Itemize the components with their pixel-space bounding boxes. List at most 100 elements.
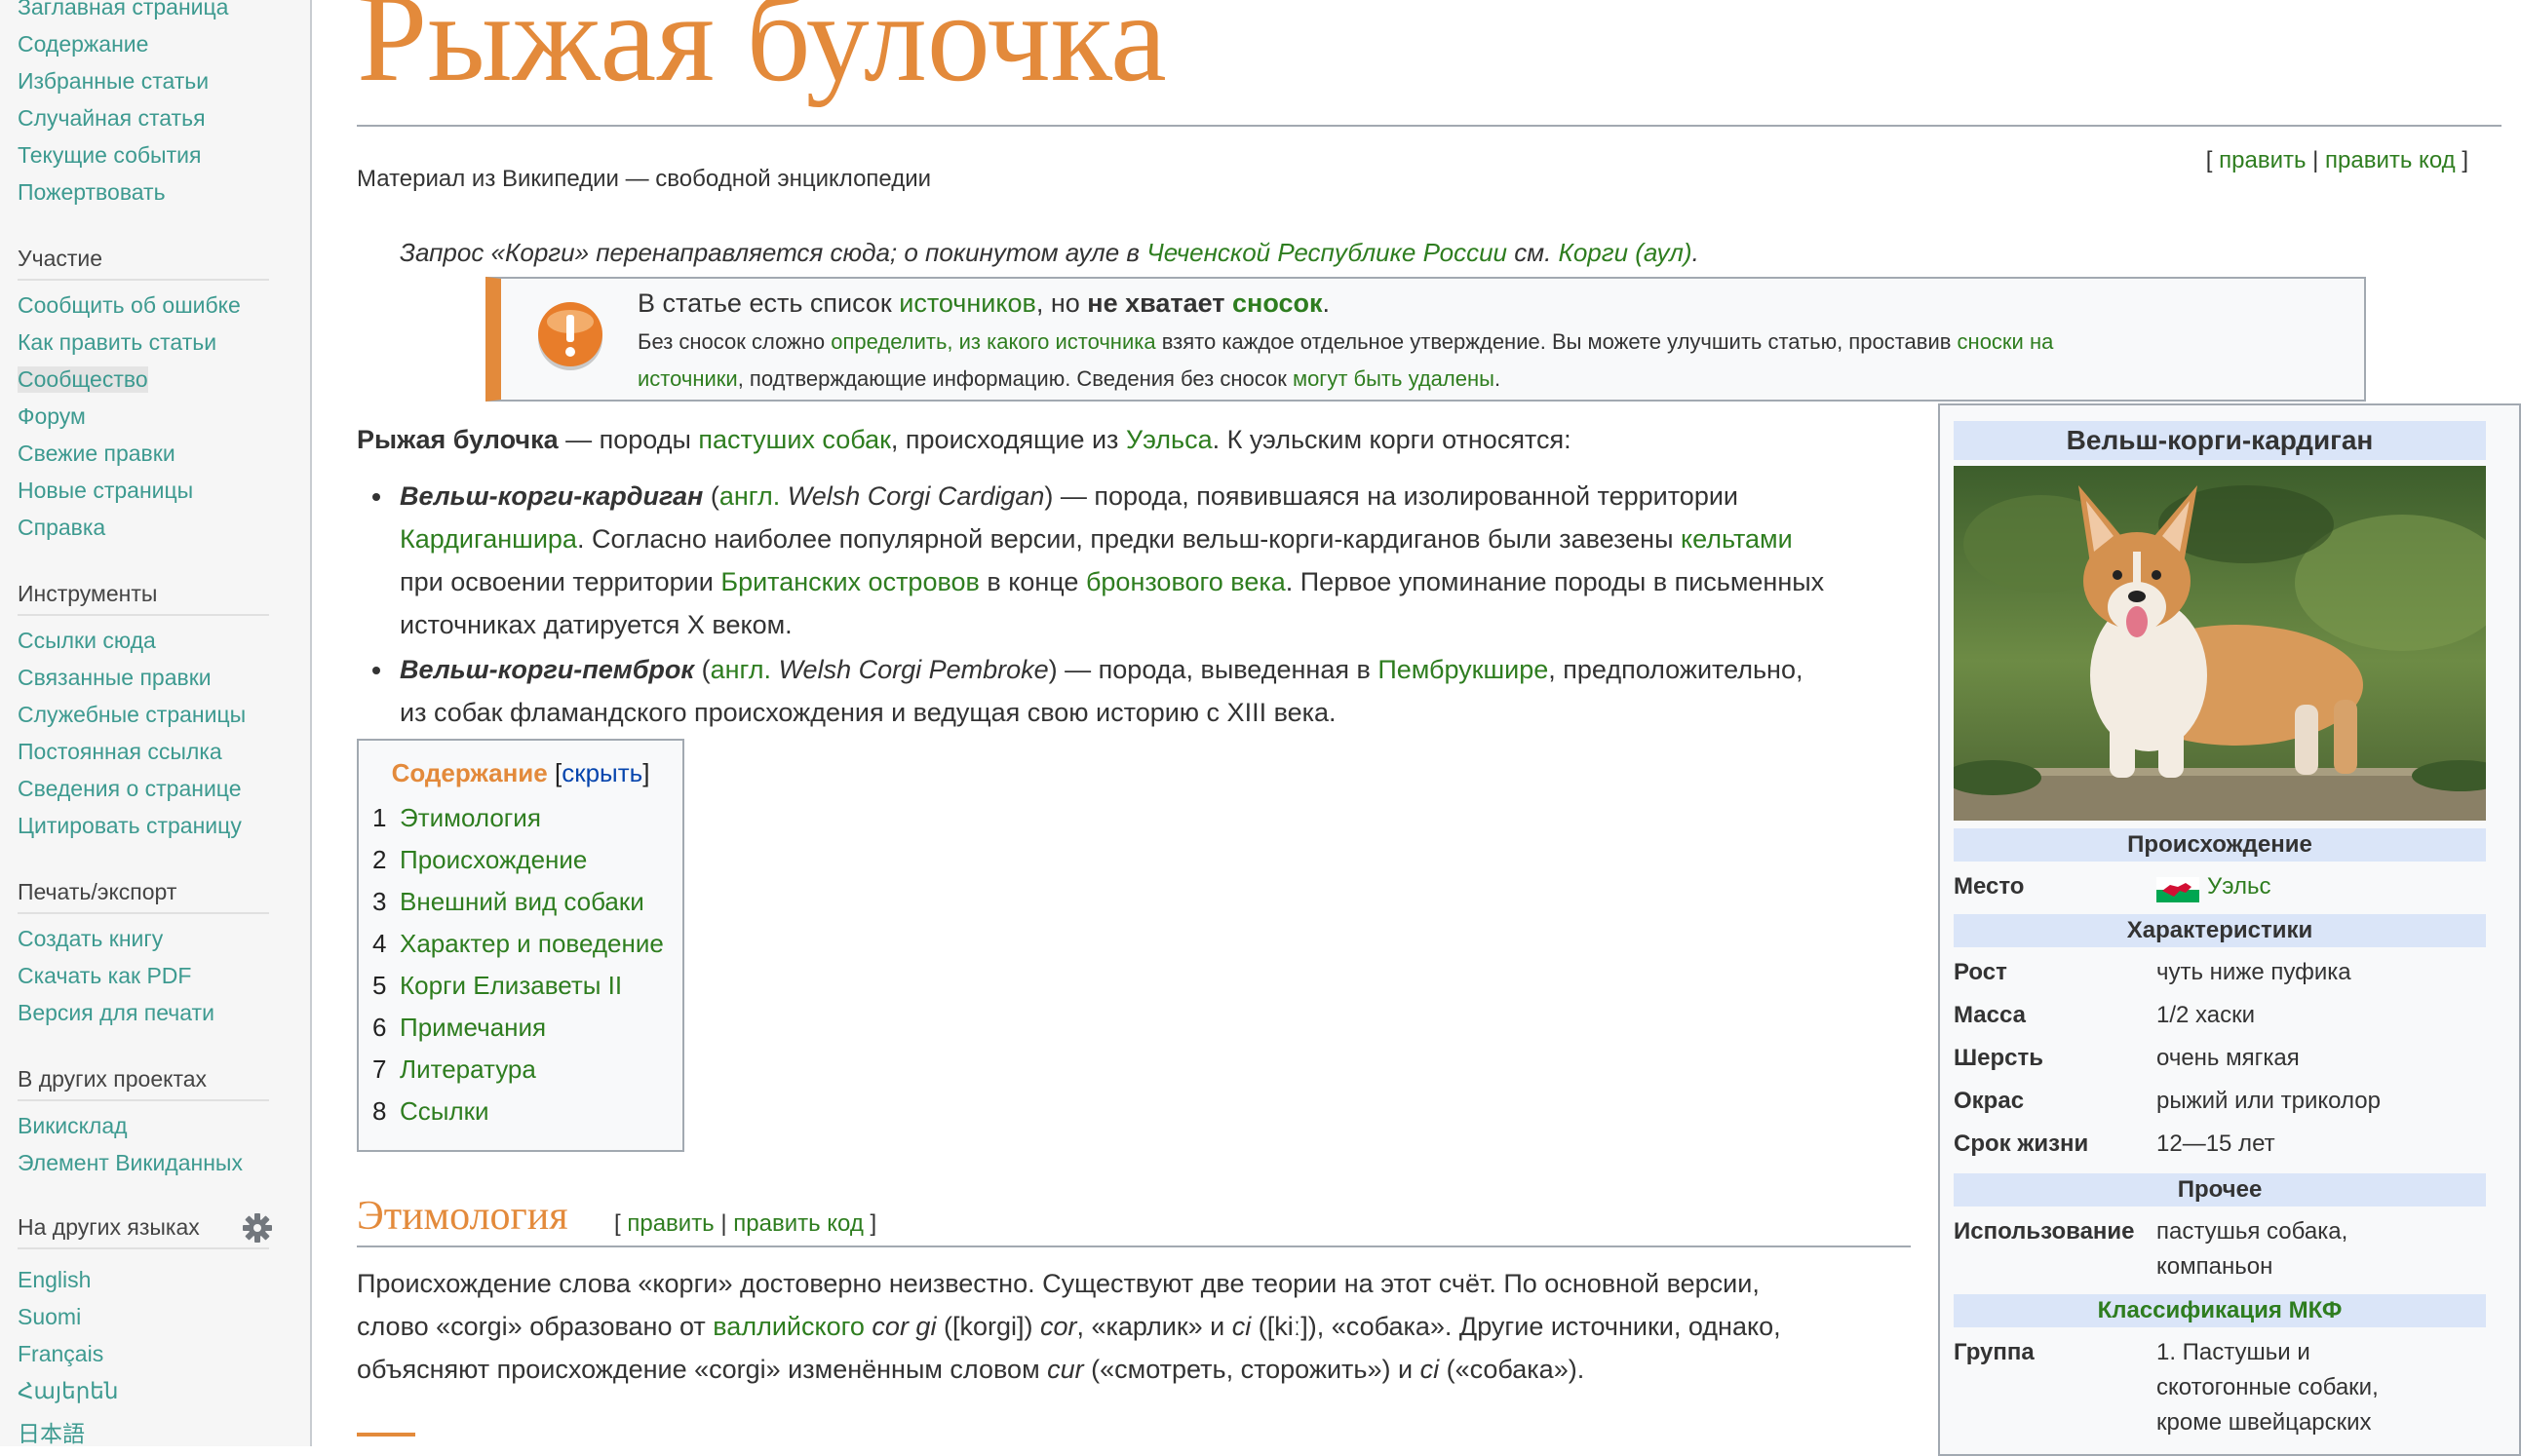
nav-featured[interactable]: Избранные статьи bbox=[18, 68, 209, 95]
english-lang-link[interactable]: англ. bbox=[719, 481, 780, 511]
edit-link[interactable]: править bbox=[2219, 147, 2306, 173]
place-value-link[interactable]: Уэльс bbox=[2207, 873, 2270, 900]
title-divider bbox=[357, 125, 2502, 127]
footnotes-link[interactable]: сносок bbox=[1232, 288, 1322, 318]
edit-code-link[interactable]: править код bbox=[2325, 147, 2456, 173]
toc-item[interactable]: 8 Ссылки bbox=[372, 1096, 489, 1127]
page-edit-links: [ править | править код ] bbox=[2205, 147, 2468, 173]
section-edit-code-link[interactable]: править код bbox=[733, 1210, 864, 1237]
pembroke-line-1: Вельш-корги-пемброк (англ. Welsh Corgi P… bbox=[400, 655, 1803, 684]
toc-item[interactable]: 4 Характер и поведение bbox=[372, 929, 664, 959]
nav-permanent-link[interactable]: Постоянная ссылка bbox=[18, 739, 222, 765]
nav-download-pdf[interactable]: Скачать как PDF bbox=[18, 963, 191, 989]
toc-item[interactable]: 3 Внешний вид собаки bbox=[372, 887, 644, 917]
gear-icon[interactable] bbox=[242, 1212, 273, 1244]
characteristics-heading: Характеристики bbox=[1954, 914, 2486, 947]
nav-recent-changes[interactable]: Свежие правки bbox=[18, 441, 175, 467]
pembrokeshire-link[interactable]: Пембрукшире bbox=[1377, 655, 1548, 684]
fci-heading[interactable]: Классификация МКФ bbox=[1954, 1294, 2486, 1327]
nav-what-links-here[interactable]: Ссылки сюда bbox=[18, 628, 156, 654]
divider bbox=[18, 912, 269, 914]
hatnote-link-korgi-aul[interactable]: Корги (аул) bbox=[1559, 238, 1692, 267]
corgi-photo[interactable] bbox=[1954, 466, 2486, 821]
section-edit-link[interactable]: править bbox=[627, 1210, 714, 1237]
nav-forum[interactable]: Форум bbox=[18, 403, 86, 430]
toc-item[interactable]: 1 Этимология bbox=[372, 803, 541, 833]
coat-label: Шерсть bbox=[1954, 1045, 2043, 1071]
color-label: Окрас bbox=[1954, 1088, 2025, 1114]
cardigan-line-1: Вельш-корги-кардиган (англ. Welsh Corgi … bbox=[400, 481, 1739, 511]
color-value: рыжий или триколор bbox=[2156, 1088, 2381, 1114]
nav-wikidata-item[interactable]: Элемент Викиданных bbox=[18, 1150, 243, 1176]
sources-link[interactable]: источников bbox=[899, 288, 1036, 318]
lang-english[interactable]: English bbox=[18, 1267, 91, 1293]
origin-heading: Происхождение bbox=[1954, 828, 2486, 862]
table-of-contents: Содержание [скрыть] 1 Этимология 2 Происхо… bbox=[357, 739, 684, 1152]
hatnote-link-chechnya[interactable]: Чеченской Республике России bbox=[1146, 238, 1507, 267]
section-edit-links: [ править | править код ] bbox=[614, 1210, 877, 1237]
lang-finnish[interactable]: Suomi bbox=[18, 1304, 81, 1330]
nav-commons[interactable]: Викисклад bbox=[18, 1113, 128, 1139]
nav-help[interactable]: Справка bbox=[18, 515, 105, 541]
toc-item[interactable]: 5 Корги Елизаветы II bbox=[372, 971, 622, 1001]
nav-random[interactable]: Случайная статья bbox=[18, 105, 206, 132]
article-content: Рыжая булочка Материал из Википедии — св… bbox=[312, 0, 2521, 1456]
nav-donate[interactable]: Пожертвовать bbox=[18, 179, 166, 206]
nav-page-info[interactable]: Сведения о странице bbox=[18, 776, 242, 802]
usage-value-1: пастушья собака, bbox=[2156, 1218, 2348, 1245]
bullet bbox=[372, 667, 380, 674]
infobox-title: Вельш-корги-кардиган bbox=[1954, 421, 2486, 460]
lang-armenian[interactable]: Հայերեն bbox=[18, 1378, 118, 1404]
british-isles-link[interactable]: Британских островов bbox=[720, 567, 980, 596]
height-label: Рост bbox=[1954, 959, 2007, 985]
nav-special-pages[interactable]: Служебные страницы bbox=[18, 702, 246, 728]
languages-heading: На других языках bbox=[18, 1214, 200, 1240]
sidebar: Заглавная страница Содержание Избранные … bbox=[0, 0, 312, 1446]
intro-paragraph: Рыжая булочка — породы пастуших собак, п… bbox=[357, 425, 1571, 454]
nav-print-version[interactable]: Версия для печати bbox=[18, 1000, 214, 1026]
may-be-removed-link[interactable]: могут быть удалены bbox=[1293, 366, 1494, 391]
bullet bbox=[372, 493, 380, 501]
determine-source-link[interactable]: определить, из какого источника bbox=[831, 329, 1155, 354]
section-divider bbox=[357, 1245, 1911, 1247]
nav-how-to-edit[interactable]: Как править статьи bbox=[18, 329, 216, 356]
lifespan-label: Срок жизни bbox=[1954, 1130, 2089, 1157]
welsh-lang-link[interactable]: валлийского bbox=[713, 1312, 865, 1341]
lang-japanese[interactable]: 日本語 bbox=[18, 1415, 85, 1448]
group-value-2: скотогонные собаки, bbox=[2156, 1374, 2379, 1400]
nav-community[interactable]: Сообщество bbox=[18, 366, 148, 393]
projects-heading: В других проектах bbox=[18, 1066, 208, 1092]
toc-hide-toggle[interactable]: скрыть bbox=[562, 758, 642, 787]
nav-create-book[interactable]: Создать книгу bbox=[18, 926, 163, 952]
bronze-age-link[interactable]: бронзового века bbox=[1086, 567, 1286, 596]
toc-item[interactable]: 2 Происхождение bbox=[372, 845, 587, 875]
coat-value: очень мягкая bbox=[2156, 1045, 2300, 1071]
cardigan-line-2: Кардиганшира. Согласно наиболее популярн… bbox=[400, 524, 1793, 554]
english-lang-link-2[interactable]: англ. bbox=[711, 655, 771, 684]
nav-cite-page[interactable]: Цитировать страницу bbox=[18, 813, 242, 839]
lang-french[interactable]: Français bbox=[18, 1341, 103, 1367]
divider bbox=[18, 1099, 269, 1101]
nav-new-pages[interactable]: Новые страницы bbox=[18, 478, 193, 504]
nav-related-changes[interactable]: Связанные правки bbox=[18, 665, 212, 691]
wales-link[interactable]: Уэльса bbox=[1126, 425, 1213, 454]
pembroke-line-2: из собак фламандского происхождения и ве… bbox=[400, 698, 1337, 727]
footnotes-to-sources-link[interactable]: сноски на bbox=[1958, 329, 2054, 354]
lifespan-value: 12—15 лет bbox=[2156, 1130, 2275, 1157]
celts-link[interactable]: кельтами bbox=[1681, 524, 1793, 554]
herding-dogs-link[interactable]: пастуших собак bbox=[698, 425, 891, 454]
sources-link-2[interactable]: источники bbox=[638, 366, 738, 391]
etymology-line-3: объясняют происхождение «corgi» изменённ… bbox=[357, 1355, 1585, 1384]
nav-contents[interactable]: Содержание bbox=[18, 31, 148, 57]
cardiganshire-link[interactable]: Кардиганшира bbox=[400, 524, 577, 554]
weight-value: 1/2 хаски bbox=[2156, 1002, 2256, 1028]
toc-item[interactable]: 7 Литература bbox=[372, 1054, 536, 1085]
toc-item[interactable]: 6 Примечания bbox=[372, 1013, 546, 1043]
print-heading: Печать/экспорт bbox=[18, 879, 177, 904]
warning-line-1: В статье есть список источников, но не х… bbox=[638, 288, 1331, 318]
infobox: Вельш-корги-кардиган Происхождение Место… bbox=[1938, 403, 2521, 1456]
nav-current-events[interactable]: Текущие события bbox=[18, 142, 201, 169]
nav-main-page[interactable]: Заглавная страница bbox=[18, 0, 228, 20]
toc-header: Содержание [скрыть] bbox=[391, 758, 650, 787]
nav-report-error[interactable]: Сообщить об ошибке bbox=[18, 292, 241, 319]
